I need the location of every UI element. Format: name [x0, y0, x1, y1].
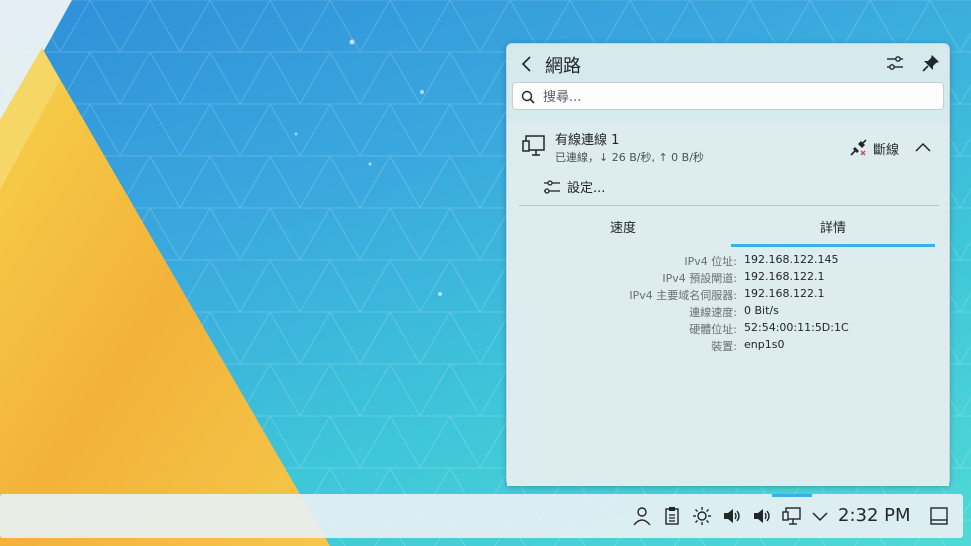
detail-value: 192.168.122.145: [744, 253, 839, 266]
show-desktop-icon[interactable]: [929, 506, 949, 526]
detail-row-connection-speed: 連線速度: 0 Bit/s: [507, 304, 949, 321]
connection-name: 有線連線 1: [555, 133, 620, 148]
detail-row-ipv4-address: IPv4 位址: 192.168.122.145: [507, 253, 949, 270]
search-input[interactable]: [541, 86, 935, 108]
expand-icon[interactable]: [810, 506, 830, 526]
detail-value: 192.168.122.1: [744, 270, 825, 283]
network-icon[interactable]: [782, 506, 802, 526]
settings-button[interactable]: 設定...: [543, 177, 605, 196]
disconnect-button[interactable]: 斷線: [849, 137, 899, 159]
detail-label: 裝置:: [711, 340, 737, 353]
popup-header: 網路: [507, 44, 949, 82]
volume-icon[interactable]: [722, 506, 742, 526]
popup-title: 網路: [545, 56, 581, 77]
detail-value: 52:54:00:11:5D:1C: [744, 321, 849, 334]
detail-label: 硬體位址:: [689, 323, 737, 336]
settings-label: 設定...: [567, 181, 606, 196]
taskbar: 2:32 PM: [0, 494, 963, 538]
clock[interactable]: 2:32 PM: [838, 505, 911, 526]
active-tab-indicator: [731, 244, 935, 247]
detail-row-device: 裝置: enp1s0: [507, 338, 949, 355]
sliders-icon: [544, 179, 560, 194]
detail-row-ipv4-gateway: IPv4 預設閘道: 192.168.122.1: [507, 270, 949, 287]
detail-value: 0 Bit/s: [744, 304, 779, 317]
pin-icon: [922, 55, 939, 72]
tab-speed[interactable]: 速度: [521, 214, 725, 244]
detail-label: 連線速度:: [689, 306, 737, 319]
collapse-button[interactable]: [913, 138, 933, 158]
clipboard-icon[interactable]: [662, 506, 682, 526]
chevron-up-icon: [915, 142, 931, 152]
sliders-icon: [887, 56, 903, 70]
pin-button[interactable]: [921, 53, 941, 73]
detail-label: IPv4 位址:: [684, 255, 737, 268]
brightness-icon[interactable]: [692, 506, 712, 526]
active-tray-indicator: [772, 494, 812, 497]
detail-label: IPv4 預設閘道:: [662, 272, 737, 285]
detail-label: IPv4 主要域名伺服器:: [629, 289, 737, 302]
audio-icon[interactable]: [752, 506, 772, 526]
separator: [519, 205, 939, 206]
connection-status: 已連線，↓ 26 B/秒, ↑ 0 B/秒: [555, 151, 704, 164]
tab-details[interactable]: 詳情: [731, 214, 935, 244]
disconnect-icon: [850, 139, 867, 156]
wired-network-icon: [522, 133, 546, 163]
disconnect-label: 斷線: [873, 142, 900, 158]
detail-row-mac-address: 硬體位址: 52:54:00:11:5D:1C: [507, 321, 949, 338]
back-button[interactable]: [517, 54, 537, 74]
configure-button[interactable]: [885, 53, 905, 73]
detail-row-ipv4-dns: IPv4 主要域名伺服器: 192.168.122.1: [507, 287, 949, 304]
detail-value: 192.168.122.1: [744, 287, 825, 300]
network-popup: 網路 搜尋... 有線連線 1 已連線，↓ 26 B/秒, ↑ 0 B/秒 斷線…: [506, 43, 950, 486]
search-field[interactable]: [512, 82, 944, 110]
connection-item: 有線連線 1 已連線，↓ 26 B/秒, ↑ 0 B/秒 斷線 設定... 速度…: [507, 122, 949, 486]
user-icon[interactable]: [632, 506, 652, 526]
chevron-left-icon: [521, 56, 531, 72]
search-icon: [521, 90, 535, 104]
detail-value: enp1s0: [744, 338, 785, 351]
